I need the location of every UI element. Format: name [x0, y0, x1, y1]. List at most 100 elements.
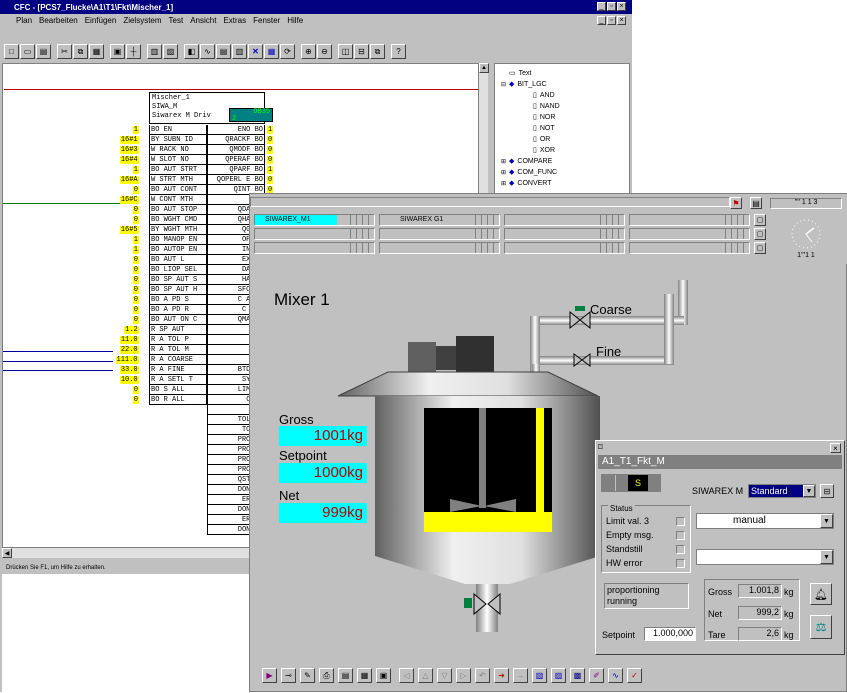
pin-input-label[interactable]: BO SP AUT S: [149, 275, 207, 285]
area-tab-2[interactable]: SIWAREX G1: [380, 215, 462, 225]
pin-input-value[interactable]: 0: [132, 306, 139, 314]
menu-plan[interactable]: Plan: [16, 16, 32, 28]
menu-edit[interactable]: Bearbeiten: [39, 16, 78, 28]
pin-output-value[interactable]: 0: [267, 176, 274, 184]
doc-minimize-button[interactable]: _: [597, 16, 606, 25]
menu-view[interactable]: Ansicht: [190, 16, 216, 28]
pin-input-value[interactable]: 16#C: [119, 196, 139, 204]
pin-input-value[interactable]: 0: [132, 386, 139, 394]
area-cell[interactable]: [504, 228, 625, 240]
pin-input-label[interactable]: BO SP AUT H: [149, 285, 207, 295]
menu-extras[interactable]: Extras: [223, 16, 246, 28]
pin-input-value[interactable]: 16#A: [119, 176, 139, 184]
pin-input-value[interactable]: 0: [132, 186, 139, 194]
pin-input-value[interactable]: 0: [132, 286, 139, 294]
pin-input-value[interactable]: 16#1: [119, 136, 139, 144]
nav-up-icon[interactable]: △: [418, 668, 433, 683]
forward-icon[interactable]: ➜: [494, 668, 509, 683]
report-icon[interactable]: ✎: [300, 668, 315, 683]
watch-icon[interactable]: ∿: [200, 44, 215, 59]
pin-output-label[interactable]: QPARF BO: [207, 165, 265, 175]
pin-input-label[interactable]: BO AUT L: [149, 255, 207, 265]
pin-input-label[interactable]: BO A PD S: [149, 295, 207, 305]
chevron-down-icon[interactable]: ▼: [820, 550, 833, 564]
pin-input-value[interactable]: 22.0: [119, 346, 139, 354]
pin-input-label[interactable]: BO R ALL: [149, 395, 207, 405]
area-row-button[interactable]: ▢: [754, 214, 766, 226]
close-button[interactable]: ×: [617, 2, 626, 11]
new-icon[interactable]: □: [4, 44, 19, 59]
area-cell[interactable]: [629, 242, 750, 254]
menu-target[interactable]: Zielsystem: [123, 16, 161, 28]
tree-item[interactable]: ▯ XOR: [495, 145, 629, 156]
print-icon[interactable]: ▤: [36, 44, 51, 59]
tree-item[interactable]: ▯ NOR: [495, 112, 629, 123]
pin-input-label[interactable]: BO AUT STOP: [149, 205, 207, 215]
area-row-button[interactable]: ▢: [754, 242, 766, 254]
menu-test[interactable]: Test: [169, 16, 184, 28]
cross-icon[interactable]: ✕: [248, 44, 263, 59]
scroll-up-icon[interactable]: ▲: [479, 63, 489, 73]
pin-output-value[interactable]: 0: [267, 136, 274, 144]
faceplate-pin-icon[interactable]: ⌑: [598, 442, 603, 453]
restore-button[interactable]: ▫: [607, 2, 616, 11]
pin-input-value[interactable]: 1: [132, 126, 139, 134]
area-cell[interactable]: [379, 242, 500, 254]
pin-input-label[interactable]: W SLOT NO: [149, 155, 207, 165]
pin-input-value[interactable]: 0: [132, 316, 139, 324]
area-cell[interactable]: [254, 242, 375, 254]
trend2-icon[interactable]: ∿: [608, 668, 623, 683]
pin-input-label[interactable]: BO AUT ON C: [149, 315, 207, 325]
minimize-button[interactable]: _: [597, 2, 606, 11]
fine-valve[interactable]: [572, 350, 590, 366]
area-cell[interactable]: SIWAREX_M1: [254, 214, 375, 226]
setpoint-value[interactable]: 1000kg: [279, 463, 367, 483]
chevron-down-icon[interactable]: ▼: [820, 514, 833, 528]
pin-input-label[interactable]: R SP AUT: [149, 325, 207, 335]
cut-icon[interactable]: ✂: [57, 44, 72, 59]
pin-input-label[interactable]: W STRT MTH: [149, 175, 207, 185]
nav-down-icon[interactable]: ▽: [437, 668, 452, 683]
open-icon[interactable]: ▭: [20, 44, 35, 59]
pin-input-value[interactable]: 33.0: [119, 366, 139, 374]
doc-close-button[interactable]: ×: [617, 16, 626, 25]
faceplate-close-button[interactable]: ×: [830, 443, 841, 453]
pin-input-value[interactable]: 16#3: [119, 146, 139, 154]
trend-icon[interactable]: ▤: [338, 668, 353, 683]
chart2-icon[interactable]: ▨: [163, 44, 178, 59]
pin-input-label[interactable]: BO AUT CONT: [149, 185, 207, 195]
pin-output-label[interactable]: ENO BO: [207, 125, 265, 135]
pin-input-value[interactable]: 0: [132, 266, 139, 274]
edit-icon[interactable]: ✐: [589, 668, 604, 683]
exit-icon[interactable]: ✓: [627, 668, 642, 683]
expander-icon[interactable]: ⊞: [501, 179, 509, 190]
pin-input-value[interactable]: 1: [132, 236, 139, 244]
menu-insert[interactable]: Einfügen: [85, 16, 117, 28]
pin-input-label[interactable]: BY SUBN ID: [149, 135, 207, 145]
connect-icon[interactable]: ┼: [126, 44, 141, 59]
pin-input-label[interactable]: W CONT MTH: [149, 195, 207, 205]
alarm2-icon[interactable]: ▨: [551, 668, 566, 683]
pin-input-value[interactable]: 1.2: [124, 326, 139, 334]
horizontal-scrollbar[interactable]: ◀: [2, 548, 252, 558]
setpoint-value[interactable]: 1.000,000: [644, 627, 696, 641]
command-dropdown[interactable]: ▼: [696, 549, 834, 565]
area-cell[interactable]: [504, 242, 625, 254]
chevron-down-icon[interactable]: ▼: [803, 485, 815, 497]
area-cell[interactable]: [629, 228, 750, 240]
bell-icon[interactable]: 🔔︎: [810, 583, 832, 605]
step-icon[interactable]: →: [513, 668, 528, 683]
block-icon[interactable]: ▣: [110, 44, 125, 59]
pin-input-label[interactable]: BO EN: [149, 125, 207, 135]
tree-item[interactable]: ▯ NOT: [495, 123, 629, 134]
pin-input-value[interactable]: 16#4: [119, 156, 139, 164]
area-cell[interactable]: [254, 228, 375, 240]
area-cell[interactable]: SIWAREX G1: [379, 214, 500, 226]
pin-input-label[interactable]: BO MANOP EN: [149, 235, 207, 245]
split-icon[interactable]: ⊟: [354, 44, 369, 59]
pin-input-label[interactable]: BO AUTOP EN: [149, 245, 207, 255]
outlet-valve[interactable]: [472, 590, 502, 614]
pin-input-label[interactable]: BO LIOP SEL: [149, 265, 207, 275]
pin-input-value[interactable]: 0: [132, 396, 139, 404]
doc-icon[interactable]: ▦: [357, 668, 372, 683]
